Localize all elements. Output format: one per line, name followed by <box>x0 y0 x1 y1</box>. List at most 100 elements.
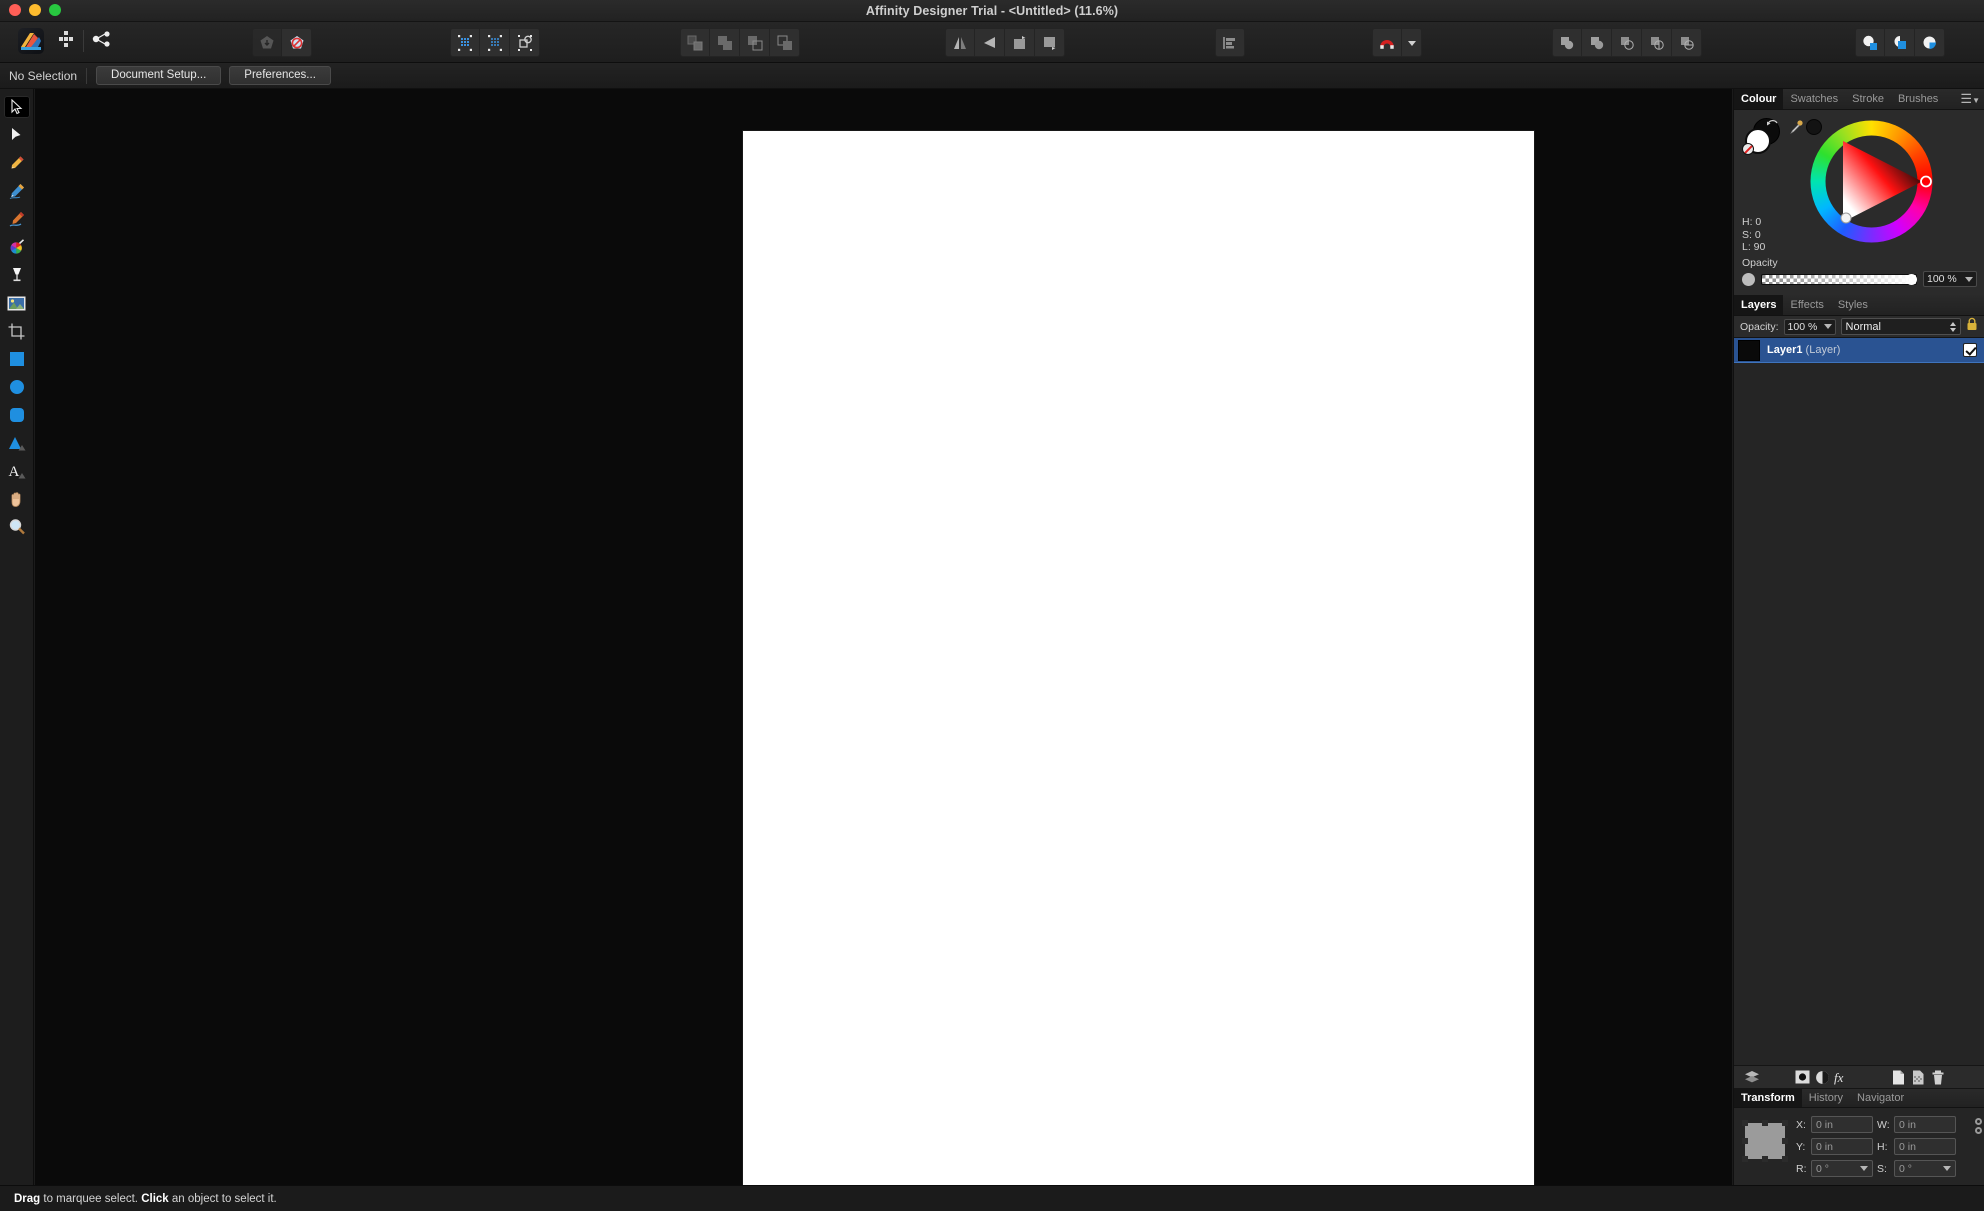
layer-stack-icon[interactable] <box>1742 1068 1762 1086</box>
toolbar-persona-group <box>18 28 113 54</box>
geometry-divide-icon[interactable] <box>680 28 710 57</box>
pixel-persona-icon-right[interactable] <box>1885 28 1915 57</box>
panel-menu-icon[interactable]: ☰▼ <box>1960 92 1980 108</box>
boolean-intersect-icon[interactable] <box>1612 28 1642 57</box>
node-tool[interactable] <box>4 124 30 146</box>
tab-history[interactable]: History <box>1802 1089 1850 1107</box>
canvas-area[interactable] <box>35 89 1732 1185</box>
boolean-subtract-icon[interactable] <box>1582 28 1612 57</box>
tab-effects[interactable]: Effects <box>1783 295 1830 315</box>
designer-persona-icon[interactable] <box>1855 28 1885 57</box>
swap-colours-icon[interactable] <box>1766 119 1780 131</box>
toolbar-snapshot-group <box>252 28 312 57</box>
toolbar-selection-group <box>450 28 540 57</box>
ellipse-tool[interactable] <box>4 376 30 398</box>
colour-wheel[interactable] <box>1804 114 1939 249</box>
blend-mode-select[interactable]: Normal <box>1840 318 1961 335</box>
boolean-combine-icon[interactable] <box>1672 28 1702 57</box>
s-field[interactable]: 0 ° <box>1894 1160 1956 1177</box>
r-label: R: <box>1796 1162 1807 1175</box>
s-caret-icon[interactable] <box>1943 1166 1951 1171</box>
boolean-divide-icon[interactable] <box>1642 28 1672 57</box>
preferences-button[interactable]: Preferences... <box>229 66 331 85</box>
s-label: S: <box>1877 1162 1887 1175</box>
pencil-tool[interactable] <box>4 180 30 202</box>
flip-vertical-icon[interactable] <box>975 28 1005 57</box>
layer-opacity-caret-icon[interactable] <box>1823 324 1832 329</box>
place-image-tool[interactable] <box>4 292 30 314</box>
layer-opacity-field[interactable]: 100 % <box>1783 318 1836 335</box>
boolean-add-icon[interactable] <box>1552 28 1582 57</box>
tab-brushes[interactable]: Brushes <box>1891 89 1945 109</box>
tab-colour[interactable]: Colour <box>1734 89 1784 109</box>
transform-anchor-widget[interactable] <box>1742 1120 1788 1162</box>
mask-layer-icon[interactable] <box>1792 1068 1812 1086</box>
colour-picker-tool[interactable] <box>4 236 30 258</box>
r-caret-icon[interactable] <box>1860 1166 1868 1171</box>
affinity-designer-app-icon[interactable] <box>18 28 44 54</box>
magnet-snapping-icon[interactable] <box>1372 28 1402 57</box>
select-sampled-colour-icon[interactable] <box>480 28 510 57</box>
alignment-icon[interactable] <box>1215 28 1245 57</box>
no-colour-swatch[interactable] <box>1742 143 1754 155</box>
artistic-text-tool[interactable]: A <box>4 460 30 482</box>
select-pixels-icon[interactable] <box>450 28 480 57</box>
layer-visibility-checkbox[interactable] <box>1963 343 1977 357</box>
rotate-cw-icon[interactable] <box>1035 28 1065 57</box>
move-tool[interactable] <box>3 96 30 118</box>
view-pan-tool[interactable] <box>4 488 30 510</box>
triangle-tool[interactable] <box>4 432 30 454</box>
pixel-persona-icon[interactable] <box>56 29 76 54</box>
lightness-value: L: 90 <box>1742 241 1766 253</box>
x-field[interactable]: 0 in <box>1811 1116 1873 1133</box>
w-field[interactable]: 0 in <box>1894 1116 1956 1133</box>
export-persona-icon[interactable] <box>91 29 113 54</box>
tab-swatches[interactable]: Swatches <box>1783 89 1845 109</box>
document-setup-button[interactable]: Document Setup... <box>96 66 222 85</box>
geometry-subtract-icon[interactable] <box>740 28 770 57</box>
transform-panel-tabs: Transform History Navigator <box>1734 1089 1984 1108</box>
rotate-ccw-icon[interactable] <box>1005 28 1035 57</box>
lock-aspect-ratio-icon[interactable] <box>1975 1118 1983 1134</box>
export-persona-icon-right[interactable] <box>1915 28 1945 57</box>
opacity-slider-knob[interactable] <box>1906 273 1917 285</box>
layer-row[interactable]: Layer1 (Layer) <box>1734 338 1984 363</box>
tab-styles[interactable]: Styles <box>1831 295 1875 315</box>
eyedropper-icon[interactable] <box>1788 119 1804 135</box>
delete-layer-icon[interactable] <box>1928 1068 1948 1086</box>
crop-tool[interactable] <box>4 320 30 342</box>
geometry-intersect-icon[interactable] <box>770 28 800 57</box>
tab-layers[interactable]: Layers <box>1734 295 1784 315</box>
layer-type: (Layer) <box>1805 344 1841 356</box>
restore-snapshot-icon[interactable] <box>282 28 312 57</box>
vector-brush-tool[interactable] <box>4 208 30 230</box>
rounded-rectangle-tool[interactable] <box>4 404 30 426</box>
lock-icon[interactable] <box>1966 317 1978 336</box>
opacity-caret-icon[interactable] <box>1965 276 1973 282</box>
snapping-options-caret[interactable] <box>1402 28 1422 57</box>
select-object-icon[interactable] <box>510 28 540 57</box>
geometry-add-icon[interactable] <box>710 28 740 57</box>
layer-effects-icon[interactable]: fx <box>1832 1068 1852 1086</box>
layer-opacity-value: 100 % <box>1787 320 1818 333</box>
r-field[interactable]: 0 ° <box>1811 1160 1873 1177</box>
h-field[interactable]: 0 in <box>1894 1138 1956 1155</box>
rectangle-tool[interactable] <box>4 348 30 370</box>
opacity-field[interactable]: 100 % <box>1923 271 1977 287</box>
tab-transform[interactable]: Transform <box>1734 1089 1802 1107</box>
fill-tool[interactable] <box>4 264 30 286</box>
adjustment-layer-icon[interactable] <box>1812 1068 1832 1086</box>
tab-navigator[interactable]: Navigator <box>1850 1089 1911 1107</box>
add-snapshot-icon[interactable] <box>252 28 282 57</box>
tab-stroke[interactable]: Stroke <box>1845 89 1891 109</box>
toolbar-align-group <box>1215 28 1245 57</box>
y-field[interactable]: 0 in <box>1811 1138 1873 1155</box>
add-pixel-layer-icon[interactable] <box>1908 1068 1928 1086</box>
pen-tool[interactable] <box>4 152 30 174</box>
flip-horizontal-icon[interactable] <box>945 28 975 57</box>
blend-mode-stepper[interactable] <box>1950 321 1956 332</box>
zoom-tool[interactable] <box>4 516 30 538</box>
add-layer-icon[interactable] <box>1888 1068 1908 1086</box>
opacity-slider[interactable] <box>1761 273 1917 285</box>
document-page[interactable] <box>743 131 1534 1185</box>
